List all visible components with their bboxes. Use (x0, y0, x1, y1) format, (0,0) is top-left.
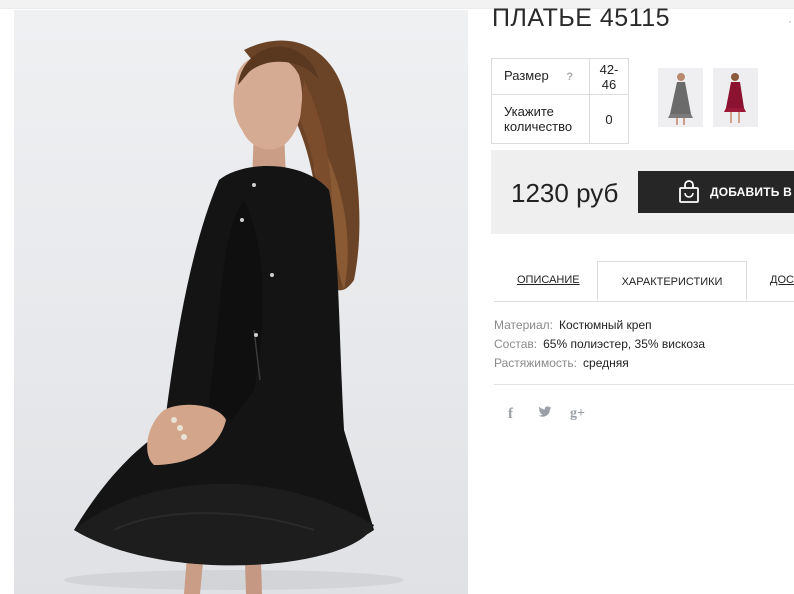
spec-value: средняя (583, 356, 629, 370)
size-help-icon[interactable]: ? (566, 70, 573, 85)
price-panel: 1230 руб ДОБАВИТЬ В ЗА (491, 150, 794, 234)
size-cell: Размер ? (491, 58, 590, 95)
red-dress-image (713, 68, 758, 127)
spec-key: Материал: (494, 318, 553, 332)
facebook-icon[interactable]: f (508, 406, 513, 423)
product-options-table: Размер ? 42-46 Укажите количество 0 (491, 58, 629, 144)
product-main-photo[interactable] (14, 10, 468, 594)
characteristics-list: Материал: Костюмный креп Состав: 65% полиэ… (494, 316, 705, 373)
shopping-bag-icon (678, 180, 700, 209)
size-value[interactable]: 42-46 (589, 58, 629, 95)
quantity-label: Укажите количество (491, 94, 590, 144)
product-title: ПЛАТЬЕ 45115 (492, 4, 671, 32)
thumbnail-red-dress[interactable] (713, 68, 758, 127)
title-edge-mark: · (788, 14, 792, 28)
spec-value: 65% полиэстер, 35% вискоза (543, 337, 706, 351)
tab-delivery[interactable]: ДОСТ (770, 274, 794, 286)
twitter-icon[interactable] (538, 406, 552, 421)
google-plus-icon[interactable]: g+ (570, 406, 585, 422)
product-price: 1230 руб (511, 178, 619, 208)
model-in-black-dress (64, 40, 404, 594)
spec-key: Состав: (494, 337, 538, 351)
thumbnail-grey-dress[interactable] (658, 68, 703, 127)
tab-description[interactable]: ОПИСАНИЕ (517, 274, 580, 286)
add-to-cart-label: ДОБАВИТЬ В ЗА (710, 185, 794, 199)
divider (494, 384, 794, 385)
spec-material: Материал: Костюмный креп (494, 316, 705, 335)
spec-composition: Состав: 65% полиэстер, 35% вискоза (494, 335, 705, 354)
top-border (0, 0, 794, 9)
add-to-cart-button[interactable]: ДОБАВИТЬ В ЗА (638, 171, 794, 213)
grey-dress-image (658, 68, 703, 127)
quantity-input[interactable]: 0 (589, 94, 629, 144)
spec-stretch: Растяжимость: средняя (494, 354, 705, 373)
spec-value: Костюмный креп (558, 318, 652, 332)
size-label: Размер (504, 68, 549, 83)
spec-key: Растяжимость: (494, 356, 578, 370)
tab-characteristics[interactable]: ХАРАКТЕРИСТИКИ (597, 261, 747, 301)
